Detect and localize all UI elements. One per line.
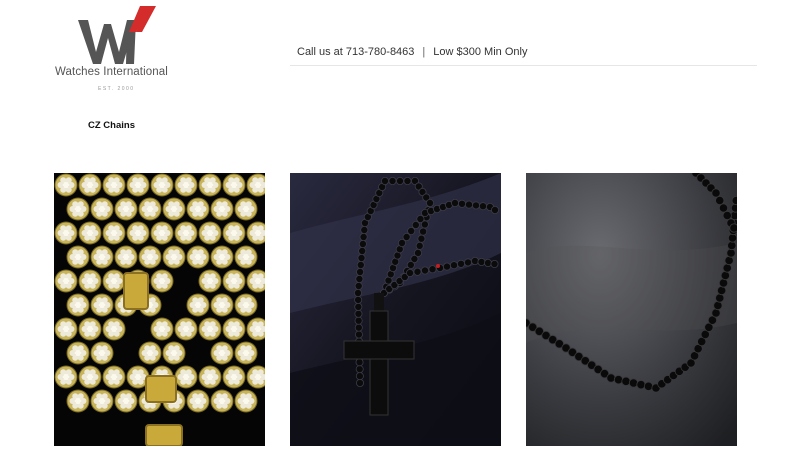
header-divider	[290, 65, 757, 66]
product-card-tennis-chain[interactable]	[526, 173, 737, 446]
tennis-chain-image	[526, 173, 737, 446]
site-logo[interactable]: Watches International EST. 2000	[50, 4, 185, 96]
header-contact: Call us at 713-780-8463 | Low $300 Min Onl…	[297, 46, 527, 58]
logo-est-text: EST. 2000	[98, 86, 135, 92]
header-separator: |	[422, 46, 426, 58]
logo-mark-icon	[78, 6, 156, 64]
cross-chain-image	[290, 173, 501, 446]
gold-chain-image	[54, 173, 265, 446]
min-order-text: Low $300 Min Only	[433, 46, 528, 58]
phone-text[interactable]: Call us at 713-780-8463	[297, 46, 414, 58]
logo-brand-name: Watches International	[55, 66, 168, 78]
product-card-gold-chain[interactable]	[54, 173, 265, 446]
category-title: CZ Chains	[88, 120, 135, 131]
product-card-cross-chain[interactable]	[290, 173, 501, 446]
